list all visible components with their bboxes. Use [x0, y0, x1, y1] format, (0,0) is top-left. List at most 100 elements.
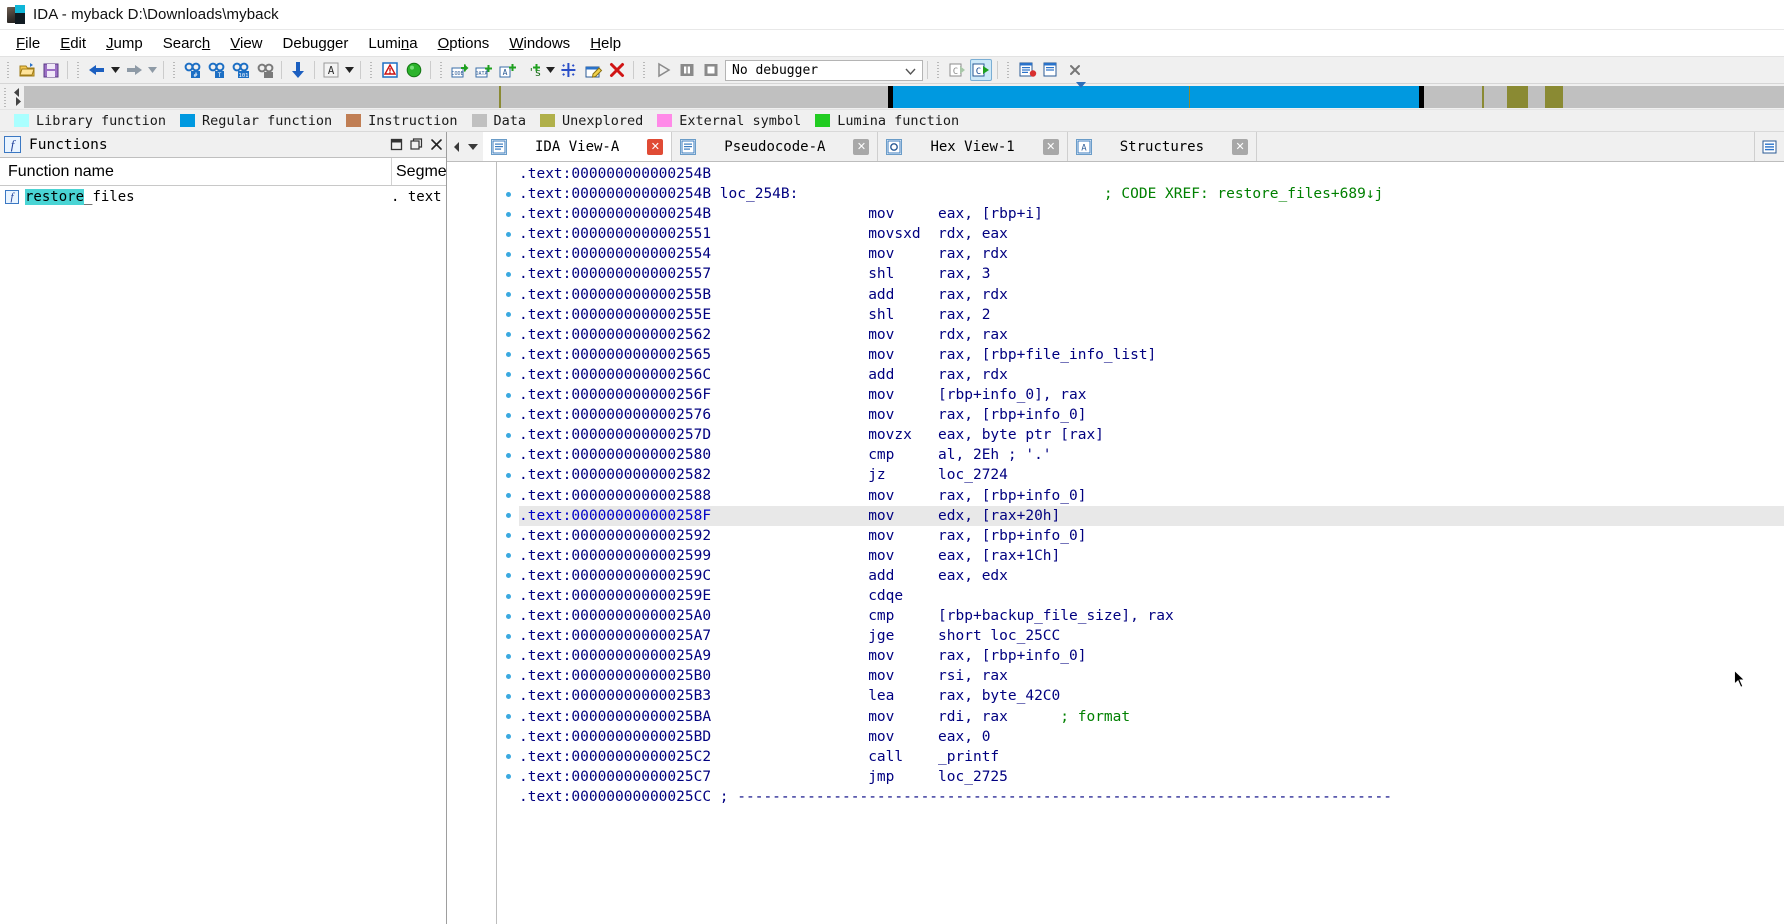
menu-item-options[interactable]: Options — [428, 33, 500, 54]
disassembly-line[interactable]: .text:0000000000002599 mov eax, [rax+1Ch… — [519, 546, 1784, 566]
instruction-operands[interactable]: short loc_25CC — [938, 628, 1060, 644]
make-string-icon[interactable]: A — [497, 59, 519, 81]
disassembly-code[interactable]: .text:000000000000254B .text:000000000000… — [519, 162, 1784, 924]
navband-grip[interactable] — [1, 85, 10, 108]
instruction-operands[interactable]: rax, rdx — [938, 367, 1008, 383]
disassembly-line[interactable]: .text:000000000000256C add rax, rdx — [519, 365, 1784, 385]
disassembly-line[interactable]: .text:0000000000002576 mov rax, [rbp+inf… — [519, 405, 1784, 425]
instruction-operands[interactable]: [rbp+backup_file_size], rax — [938, 608, 1174, 624]
search-hex-icon[interactable]: # — [182, 59, 204, 81]
disassembly-line[interactable]: .text:0000000000002588 mov rax, [rbp+inf… — [519, 486, 1784, 506]
disassembly-line[interactable]: .text:000000000000259E cdqe — [519, 586, 1784, 606]
column-header-segment[interactable]: Segme — [391, 158, 447, 185]
save-icon[interactable] — [40, 59, 62, 81]
instruction-operands[interactable]: eax, [rbp+i] — [938, 206, 1043, 222]
back-dropdown-icon[interactable] — [109, 59, 122, 81]
undefine-icon[interactable] — [606, 59, 628, 81]
green-circle-icon[interactable] — [403, 59, 425, 81]
tab-list-icon[interactable] — [1754, 132, 1784, 161]
warning-icon[interactable] — [379, 59, 401, 81]
disassembly-line[interactable]: .text:000000000000254B loc_254B: ; CODE … — [519, 184, 1784, 204]
make-function-icon[interactable] — [558, 59, 580, 81]
toolbar-grip[interactable] — [368, 60, 375, 80]
disassembly-line[interactable]: .text:00000000000025C2 call _printf — [519, 747, 1784, 767]
pause-icon[interactable] — [676, 59, 698, 81]
disassembly-line[interactable]: .text:000000000000259C add eax, edx — [519, 566, 1784, 586]
navband-scroll-arrows[interactable] — [10, 85, 24, 109]
disassembly-line[interactable]: .text:00000000000025B0 mov rsi, rax — [519, 666, 1784, 686]
disassembly-line[interactable]: .text:00000000000025A0 cmp [rbp+backup_f… — [519, 606, 1784, 626]
disassembly-line[interactable]: .text:00000000000025BD mov eax, 0 — [519, 727, 1784, 747]
close-icon[interactable]: ✕ — [647, 138, 664, 155]
instruction-operands[interactable]: rax, [rbp+file_info_list] — [938, 347, 1156, 363]
code-label[interactable]: loc_254B: — [711, 186, 799, 202]
disassembly-line[interactable]: .text:000000000000255E shl rax, 2 — [519, 305, 1784, 325]
ascii-icon[interactable]: A — [320, 59, 342, 81]
menu-item-jump[interactable]: Jump — [96, 33, 153, 54]
toolbar-grip[interactable] — [641, 60, 648, 80]
instruction-operands[interactable]: rax, rdx — [938, 287, 1008, 303]
instruction-operands[interactable]: rdx, eax — [938, 226, 1008, 242]
instruction-operands[interactable]: rax, 2 — [938, 307, 990, 323]
instruction-operands[interactable]: eax, [rax+1Ch] — [938, 548, 1060, 564]
tab-ida-view-a[interactable]: IDA View-A ✕ — [483, 132, 673, 161]
forward-dropdown-icon[interactable] — [146, 59, 159, 81]
disassembly-line[interactable]: .text:00000000000025B3 lea rax, byte_42C… — [519, 686, 1784, 706]
column-header-function-name[interactable]: Function name — [0, 163, 391, 181]
table-row[interactable]: f restore_files . text — [0, 186, 446, 208]
menu-item-search[interactable]: Search — [153, 33, 221, 54]
open-graph-icon[interactable] — [1040, 59, 1062, 81]
disassembly-line[interactable]: .text:00000000000025A7 jge short loc_25C… — [519, 626, 1784, 646]
tab-structures[interactable]: A Structures ✕ — [1068, 132, 1258, 161]
menu-item-view[interactable]: View — [220, 33, 272, 54]
toolbar-grip[interactable] — [75, 60, 82, 80]
maximize-icon[interactable] — [406, 135, 426, 155]
open-subviews-icon[interactable] — [1016, 59, 1038, 81]
disassembly-line[interactable]: .text:000000000000255B add rax, rdx — [519, 285, 1784, 305]
navigate-forward-icon[interactable] — [123, 59, 145, 81]
instruction-operands[interactable]: eax, 0 — [938, 729, 990, 745]
decompile-icon[interactable]: C — [970, 59, 992, 81]
disassembly-line[interactable]: .text:00000000000025A9 mov rax, [rbp+inf… — [519, 646, 1784, 666]
edit-function-icon[interactable] — [582, 59, 604, 81]
instruction-operands[interactable]: edx, [rax+20h] — [938, 508, 1060, 524]
menu-item-file[interactable]: File — [6, 33, 50, 54]
navigate-back-icon[interactable] — [86, 59, 108, 81]
disassembly-view[interactable]: .text:000000000000254B .text:000000000000… — [447, 162, 1784, 924]
disassembly-line[interactable]: .text:000000000000254B — [519, 164, 1784, 184]
menu-item-windows[interactable]: Windows — [499, 33, 580, 54]
close-icon[interactable]: ✕ — [1042, 138, 1059, 155]
navigation-band[interactable] — [24, 81, 1784, 108]
disassembly-line[interactable]: .text:000000000000258F mov edx, [rax+20h… — [519, 505, 1784, 526]
instruction-operands[interactable]: rsi, rax — [938, 668, 1008, 684]
tab-scroll-buttons[interactable] — [447, 132, 483, 161]
instruction-operands[interactable]: rax, rdx — [938, 246, 1008, 262]
disassembly-line[interactable]: .text:000000000000254B mov eax, [rbp+i] — [519, 204, 1784, 224]
instruction-operands[interactable]: rax, byte_42C0 — [938, 688, 1060, 704]
tab-pseudocode-a[interactable]: Pseudocode-A ✕ — [672, 132, 879, 161]
instruction-operands[interactable]: rdi, rax — [938, 709, 1008, 725]
make-data-icon[interactable]: DATA — [473, 59, 495, 81]
instruction-operands[interactable]: rax, [rbp+info_0] — [938, 648, 1086, 664]
disassembly-line[interactable]: .text:0000000000002554 mov rax, rdx — [519, 244, 1784, 264]
menu-item-debugger[interactable]: Debugger — [273, 33, 359, 54]
disassembly-line[interactable]: .text:00000000000025BA mov rdi, rax ; fo… — [519, 707, 1784, 727]
instruction-operands[interactable]: loc_2724 — [938, 467, 1008, 483]
functions-list[interactable]: f restore_files . text — [0, 186, 446, 924]
disassembly-line[interactable]: .text:0000000000002592 mov rax, [rbp+inf… — [519, 526, 1784, 546]
restore-icon[interactable] — [386, 135, 406, 155]
struct-dropdown-icon[interactable] — [544, 59, 557, 81]
close-icon[interactable] — [426, 135, 446, 155]
debugger-select[interactable]: No debugger — [725, 59, 923, 81]
disassembly-line[interactable]: .text:00000000000025C7 jmp loc_2725 — [519, 767, 1784, 787]
instruction-operands[interactable]: rax, [rbp+info_0] — [938, 488, 1086, 504]
run-icon[interactable] — [652, 59, 674, 81]
disassembly-line[interactable]: .text:0000000000002562 mov rdx, rax — [519, 325, 1784, 345]
toolbar-grip[interactable] — [171, 60, 178, 80]
disassembly-line[interactable]: .text:0000000000002565 mov rax, [rbp+fil… — [519, 345, 1784, 365]
instruction-operands[interactable]: rax, [rbp+info_0] — [938, 407, 1086, 423]
instruction-operands[interactable]: rax, [rbp+info_0] — [938, 528, 1086, 544]
disassembly-line[interactable]: .text:00000000000025CC ; ---------------… — [519, 787, 1784, 807]
make-struct-icon[interactable]: 's — [521, 59, 543, 81]
open-file-icon[interactable] — [16, 59, 38, 81]
